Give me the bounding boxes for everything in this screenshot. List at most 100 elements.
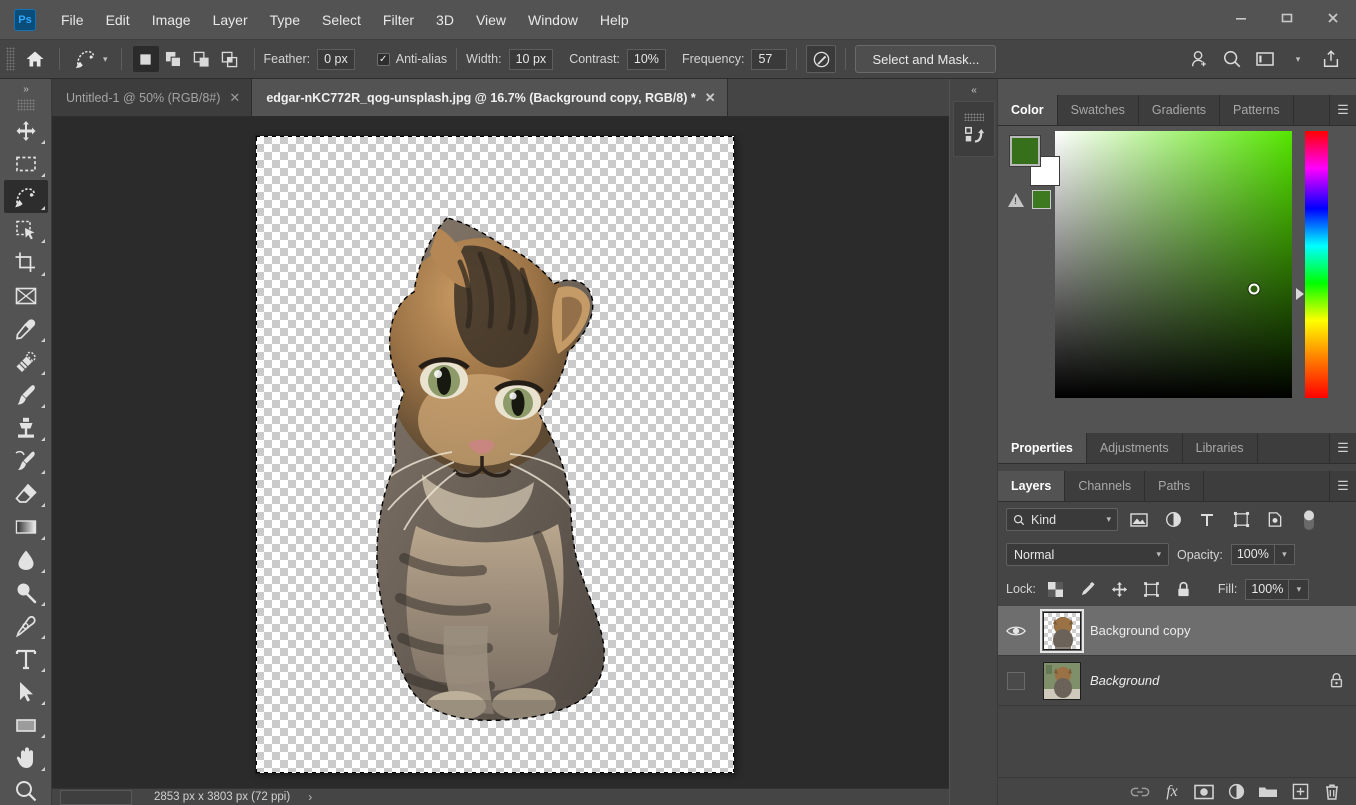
out-of-gamut-warning[interactable] [1008,190,1051,209]
menu-item-file[interactable]: File [50,8,95,32]
shape-layers-filter-icon[interactable] [1228,508,1254,531]
fill-input[interactable]: 100% [1245,578,1290,600]
chevron-down-icon[interactable]: ▾ [1283,45,1313,73]
menu-item-3d[interactable]: 3D [425,8,465,32]
eyedropper-tool[interactable] [4,312,48,345]
hue-slider[interactable] [1305,131,1328,398]
tab-color[interactable]: Color [998,95,1058,125]
layer-visibility-toggle[interactable] [998,671,1034,690]
workspace-icon[interactable] [1250,45,1280,73]
add-layer-style-icon[interactable]: fx [1158,780,1186,804]
opacity-stepper[interactable]: ▾ [1274,544,1295,565]
tab-paths[interactable]: Paths [1145,471,1205,501]
menu-item-image[interactable]: Image [141,8,202,32]
lock-artboard-nesting-icon[interactable] [1140,578,1164,600]
opacity-input[interactable]: 100% [1230,544,1275,565]
lock-image-pixels-icon[interactable] [1076,578,1100,600]
search-icon[interactable] [1217,45,1247,73]
link-layers-icon[interactable] [1126,780,1154,804]
saturation-brightness-field[interactable] [1055,131,1292,398]
blend-mode-select[interactable]: Normal ▾ [1006,543,1169,566]
pen-tool[interactable] [4,609,48,642]
frequency-input[interactable]: 57 [751,48,788,70]
in-gamut-color-swatch[interactable] [1032,190,1051,209]
menu-item-select[interactable]: Select [311,8,372,32]
table-row[interactable]: Background copy [998,606,1356,656]
add-to-selection-button[interactable] [161,46,187,72]
tab-gradients[interactable]: Gradients [1139,95,1221,125]
intersect-selection-button[interactable] [217,46,243,72]
feather-input[interactable]: 0 px [317,48,355,70]
tab-channels[interactable]: Channels [1065,471,1146,501]
rectangle-tool[interactable] [4,708,48,741]
fill-stepper[interactable]: ▾ [1289,578,1310,600]
canvas-area[interactable] [52,117,949,788]
lock-transparent-pixels-icon[interactable] [1044,578,1068,600]
layer-visibility-toggle[interactable] [998,624,1034,638]
layer-thumbnail-cell[interactable] [1034,661,1090,700]
panel-menu-icon[interactable]: ☰ [1330,95,1356,125]
menu-item-help[interactable]: Help [589,8,640,32]
add-layer-mask-icon[interactable] [1190,780,1218,804]
contrast-input[interactable]: 10% [626,48,666,70]
close-button[interactable] [1310,2,1356,34]
menu-item-window[interactable]: Window [517,8,589,32]
color-picker-marker[interactable] [1248,283,1260,295]
menu-item-edit[interactable]: Edit [95,8,141,32]
crop-tool[interactable] [4,246,48,279]
type-layers-filter-icon[interactable] [1194,508,1220,531]
menu-item-type[interactable]: Type [259,8,311,32]
status-bar-menu-arrow[interactable]: › [308,790,312,804]
minimize-button[interactable] [1218,2,1264,34]
type-tool[interactable] [4,642,48,675]
toolbar-grip[interactable] [16,99,35,111]
anti-alias-checkbox[interactable]: ✓ [376,52,390,66]
document-canvas[interactable] [256,136,734,773]
expand-panels-button[interactable]: « [950,79,997,101]
width-input[interactable]: 10 px [508,48,554,70]
pixel-layers-filter-icon[interactable] [1126,508,1152,531]
eraser-tool[interactable] [4,477,48,510]
filter-toggle-switch[interactable] [1296,508,1322,531]
dodge-tool[interactable] [4,576,48,609]
magnetic-lasso-tool[interactable] [3,180,48,213]
pen-pressure-icon[interactable] [806,45,837,73]
foreground-color-swatch[interactable] [1009,135,1041,167]
hand-tool[interactable] [4,741,48,774]
close-icon[interactable]: ✕ [705,90,716,106]
tab-swatches[interactable]: Swatches [1058,95,1139,125]
frame-tool[interactable] [4,279,48,312]
lock-all-icon[interactable] [1316,672,1356,689]
tab-properties[interactable]: Properties [998,433,1087,463]
tab-patterns[interactable]: Patterns [1220,95,1294,125]
new-layer-icon[interactable] [1286,780,1314,804]
move-tool[interactable] [4,114,48,147]
maximize-button[interactable] [1264,2,1310,34]
panel-menu-icon[interactable]: ☰ [1330,471,1356,501]
history-brush-tool[interactable] [4,444,48,477]
zoom-level-input[interactable] [60,789,132,805]
hue-slider-marker[interactable] [1296,287,1304,300]
menu-item-layer[interactable]: Layer [202,8,259,32]
layer-thumbnail-cell[interactable] [1034,608,1090,653]
document-tab-unsplash[interactable]: edgar-nKC772R_qog-unsplash.jpg @ 16.7% (… [252,79,728,116]
blur-tool[interactable] [4,543,48,576]
options-bar-grip[interactable] [6,47,15,71]
document-tab-untitled[interactable]: Untitled-1 @ 50% (RGB/8#) ✕ [52,79,253,116]
panel-menu-icon[interactable]: ☰ [1330,433,1356,463]
adjustment-layers-filter-icon[interactable] [1160,508,1186,531]
delete-layer-icon[interactable] [1318,780,1346,804]
toolbar-expand-button[interactable]: » [0,79,51,99]
clone-stamp-tool[interactable] [4,411,48,444]
select-and-mask-button[interactable]: Select and Mask... [855,45,997,73]
table-row[interactable]: Background [998,656,1356,706]
menu-item-filter[interactable]: Filter [372,8,425,32]
smart-object-filter-icon[interactable] [1262,508,1288,531]
object-selection-tool[interactable] [4,213,48,246]
gradient-tool[interactable] [4,510,48,543]
tab-layers[interactable]: Layers [998,471,1066,501]
menu-item-view[interactable]: View [465,8,517,32]
history-panel-icon[interactable] [952,101,995,157]
spot-healing-brush-tool[interactable] [4,345,48,378]
lock-position-icon[interactable] [1108,578,1132,600]
